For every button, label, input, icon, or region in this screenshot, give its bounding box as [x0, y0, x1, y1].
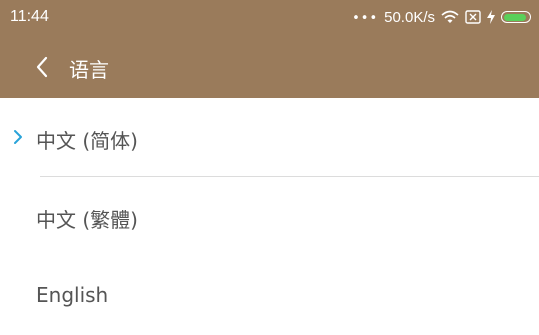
- language-item-simplified-chinese[interactable]: 中文 (简体): [0, 98, 539, 177]
- status-icons: ••• 50.0K/s: [352, 7, 531, 27]
- back-button[interactable]: [28, 53, 56, 81]
- status-bar: 11:44 ••• 50.0K/s: [0, 0, 539, 36]
- battery-icon: [501, 11, 531, 23]
- charging-bolt-icon: [487, 10, 495, 24]
- sim-card-icon: [465, 10, 481, 24]
- selected-chevron-icon: [13, 129, 27, 147]
- wifi-icon: [441, 10, 459, 24]
- notification-dots: •••: [352, 10, 379, 26]
- language-label: 中文 (繁體): [36, 208, 138, 232]
- chevron-left-icon: [36, 56, 48, 78]
- language-item-english[interactable]: English: [0, 256, 539, 335]
- page-title: 语言: [69, 58, 109, 82]
- battery-level-fill: [504, 13, 526, 21]
- language-label: English: [36, 283, 109, 307]
- language-item-traditional-chinese[interactable]: 中文 (繁體): [0, 177, 539, 256]
- status-time: 11:44: [10, 8, 49, 25]
- app-header: 11:44 ••• 50.0K/s 语言: [0, 0, 539, 98]
- title-bar: 语言: [0, 36, 539, 98]
- language-list: 中文 (简体) 中文 (繁體) English: [0, 98, 539, 335]
- language-label: 中文 (简体): [36, 129, 138, 153]
- network-speed: 50.0K/s: [384, 8, 435, 26]
